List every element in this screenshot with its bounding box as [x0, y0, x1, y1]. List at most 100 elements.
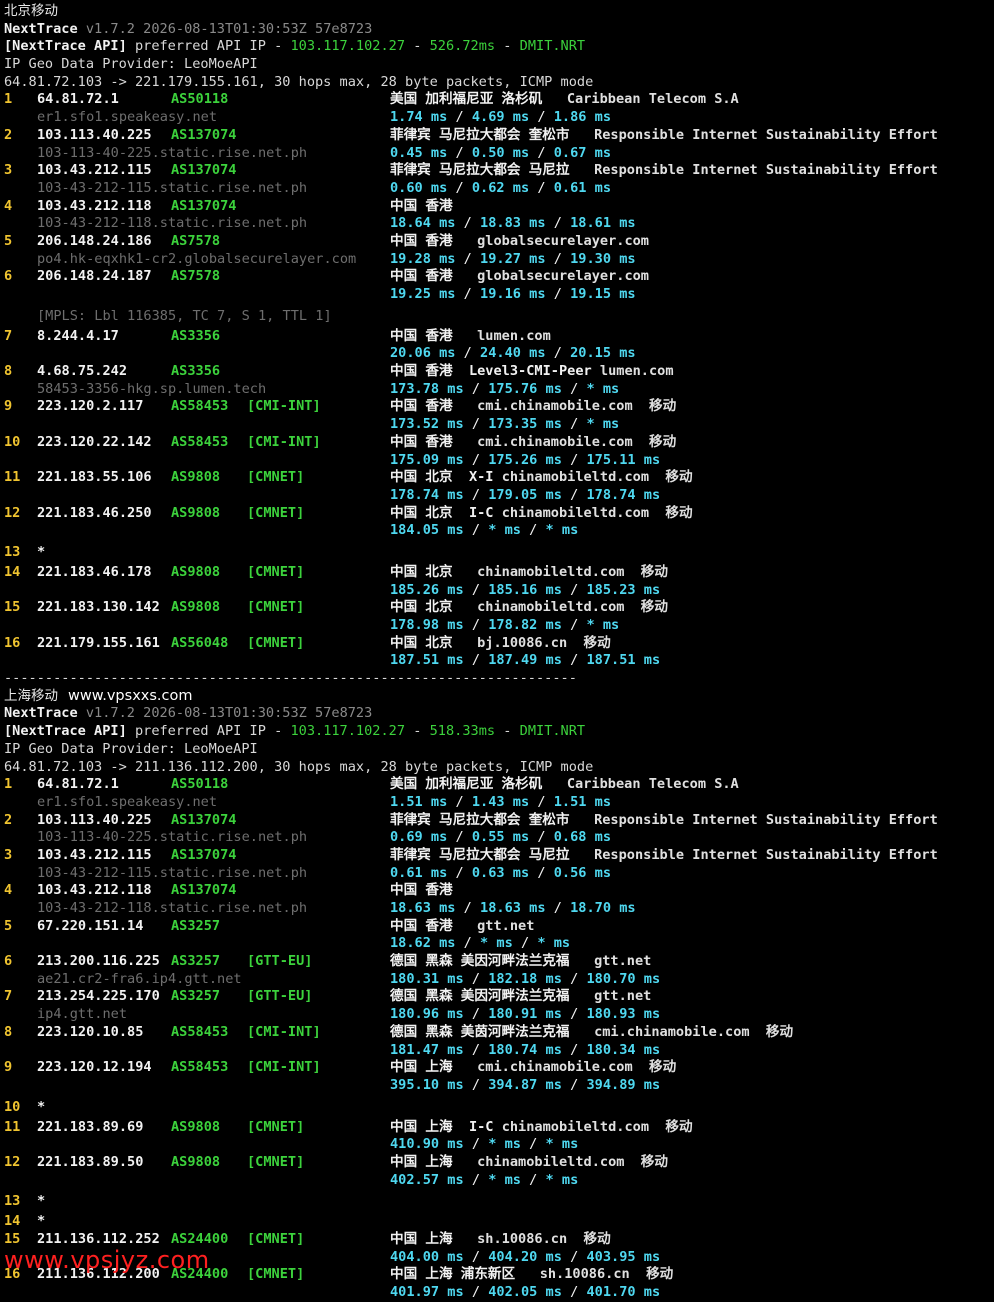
hop-location: 中国 香港 cmi.chinamobile.com 移动 — [390, 398, 676, 416]
rtt-value: 4.69 ms — [471, 109, 530, 126]
hop-detail-row: 18.62 ms / * ms / * ms — [4, 935, 992, 953]
rtt-value: 185.26 ms — [390, 581, 464, 598]
hop-asn: AS7578 — [171, 232, 221, 249]
hop-number: 8 — [4, 363, 13, 380]
hop-rtt: 178.74 ms / 179.05 ms / 178.74 ms — [390, 486, 661, 503]
api-text: preferred API IP - — [126, 38, 291, 55]
hop-number: 4 — [4, 882, 13, 899]
trace-header: 64.81.72.103 -> 221.179.155.161, 30 hops… — [4, 73, 594, 90]
mpls-row: [MPLS: Lbl 116385, TC 7, S 1, TTL 1] — [4, 304, 992, 328]
hop-asn: AS3257 — [171, 953, 221, 970]
hop-asn: AS137074 — [171, 162, 237, 179]
hop-org: lumen.com — [477, 327, 551, 344]
hop-location: 中国 香港 gtt.net — [390, 918, 534, 936]
watermark: www.vpsjyz.com — [4, 1246, 210, 1274]
hop-row: 10 223.120.22.142 AS58453 [CMI-INT] 中国 香港 cm… — [4, 434, 992, 452]
hop-org: cmi.chinamobile.com 移动 — [594, 1023, 794, 1040]
hop-asn: AS137074 — [171, 882, 237, 899]
hop-number: 3 — [4, 162, 13, 179]
hop-asn: AS3257 — [171, 917, 221, 934]
hop-number: 6 — [4, 268, 13, 285]
hop-row: 7 8.244.4.17 AS3356 中国 香港 lumen.com — [4, 328, 992, 346]
hop-row: 13 * — [4, 540, 992, 564]
hop-asn: AS7578 — [171, 268, 221, 285]
hop-network-tag: [CMNET] — [247, 634, 305, 651]
hop-row: 15 221.183.130.142 AS9808 [CMNET] 中国 北京 chin… — [4, 599, 992, 617]
hop-detail-row: 58453-3356-hkg.sp.lumen.tech 173.78 ms / … — [4, 381, 992, 399]
api-ip: 103.117.102.27 — [290, 723, 406, 740]
rtt-value: 0.50 ms — [471, 144, 530, 161]
hop-number: 6 — [4, 953, 13, 970]
rtt-value: 182.18 ms — [488, 970, 562, 987]
rtt-value: 19.27 ms — [480, 250, 546, 267]
rtt-value: * ms — [545, 522, 579, 539]
hop-location: 美国 加利福尼亚 洛杉矶 Caribbean Telecom S.A — [390, 776, 739, 794]
rtt-value: 0.55 ms — [471, 829, 530, 846]
hop-detail-row: er1.sfo1.speakeasy.net 1.74 ms / 4.69 ms … — [4, 109, 992, 127]
api-sep: - — [495, 723, 520, 740]
hop-geo-text: 中国 上海 — [390, 1231, 453, 1247]
hop-asn: AS58453 — [171, 398, 229, 415]
hop-geo-text: 德国 黑森 美茵河畔法兰克福 — [390, 1023, 570, 1040]
rtt-value: 395.10 ms — [390, 1076, 464, 1093]
hop-geo-text: 中国 上海 — [390, 1118, 453, 1135]
hop-ip: 64.81.72.1 — [37, 776, 119, 793]
rtt-value: 187.51 ms — [390, 652, 464, 669]
hop-hostname: ip4.gtt.net — [37, 1006, 128, 1023]
rtt-value: 0.63 ms — [471, 864, 530, 881]
rtt-value: 0.60 ms — [390, 179, 448, 196]
hop-rtt: 173.52 ms / 173.35 ms / * ms — [390, 416, 620, 433]
hop-rtt: 0.60 ms / 0.62 ms / 0.61 ms — [390, 179, 612, 196]
hop-location: 美国 加利福尼亚 洛杉矶 Caribbean Telecom S.A — [390, 91, 739, 109]
rtt-value: 19.30 ms — [570, 250, 636, 267]
hop-number: 15 — [4, 599, 21, 616]
hop-ip: 213.254.225.170 — [37, 988, 160, 1005]
rtt-value: 19.15 ms — [570, 286, 636, 302]
rtt-value: 173.35 ms — [488, 416, 562, 433]
api-text: preferred API IP - — [126, 723, 291, 740]
rtt-value: 178.74 ms — [586, 486, 661, 503]
api-node: DMIT.NRT — [519, 723, 586, 740]
rtt-value: 178.74 ms — [390, 486, 464, 503]
rtt-value: 19.16 ms — [480, 286, 546, 302]
hop-rtt: 19.28 ms / 19.27 ms / 19.30 ms — [390, 250, 636, 267]
rtt-value: 20.06 ms — [390, 345, 456, 362]
hop-geo-text: 中国 香港 — [390, 398, 453, 415]
hop-location: 菲律宾 马尼拉大都会 奎松市 Responsible Internet Sust… — [390, 812, 938, 830]
hop-rtt: 0.45 ms / 0.50 ms / 0.67 ms — [390, 144, 612, 161]
hop-ip: 213.200.116.225 — [37, 953, 160, 970]
hop-hostname: 103-43-212-115.static.rise.net.ph — [37, 179, 308, 196]
rtt-value: 178.98 ms — [390, 617, 464, 633]
rtt-value: 402.57 ms — [390, 1171, 464, 1188]
rtt-value: 180.96 ms — [390, 1006, 464, 1023]
hop-org: cmi.chinamobile.com 移动 — [477, 433, 677, 450]
hop-rtt: 395.10 ms / 394.87 ms / 394.89 ms — [390, 1076, 661, 1093]
rtt-value: 24.40 ms — [480, 345, 546, 362]
rtt-value: 1.74 ms — [390, 109, 448, 126]
trace-header-line: 64.81.72.103 -> 211.136.112.200, 30 hops… — [4, 759, 992, 777]
hop-asn: AS137074 — [171, 197, 237, 214]
hop-row: 1 64.81.72.1 AS50118 美国 加利福尼亚 洛杉矶 Caribbean… — [4, 91, 992, 109]
hop-asn: AS137074 — [171, 846, 237, 863]
hop-network-tag: [CMI-INT] — [247, 398, 321, 415]
hop-org: cmi.chinamobile.com 移动 — [477, 398, 677, 415]
rtt-value: 181.47 ms — [390, 1041, 464, 1058]
rtt-value: 0.62 ms — [471, 179, 530, 196]
hop-hostname: er1.sfo1.speakeasy.net — [37, 109, 218, 126]
hop-geo-text: 德国 黑森 美因河畔法兰克福 — [390, 953, 570, 970]
hop-number: 12 — [4, 1153, 21, 1170]
api-prefix: [NextTrace API] — [4, 723, 127, 740]
hop-row: 2 103.113.40.225 AS137074 菲律宾 马尼拉大都会 奎松市 Re… — [4, 812, 992, 830]
hop-ip: 221.183.55.106 — [37, 469, 152, 486]
hop-ip: 103.113.40.225 — [37, 811, 152, 828]
rtt-value: 180.74 ms — [488, 1041, 562, 1058]
hop-number: 14 — [4, 1213, 21, 1230]
hop-geo-text: 中国 香港 — [390, 882, 453, 899]
hop-network-tag: [CMNET] — [247, 563, 305, 580]
api-ip: 103.117.102.27 — [290, 38, 406, 55]
section-title-line: 上海移动 www.vpsxxs.com — [4, 688, 992, 706]
hop-location: 德国 黑森 美因河畔法兰克福 gtt.net — [390, 988, 651, 1006]
hop-number: 5 — [4, 917, 13, 934]
hop-network-tag: [CMI-INT] — [247, 1023, 321, 1040]
section-title-line: 北京移动 — [4, 3, 992, 21]
